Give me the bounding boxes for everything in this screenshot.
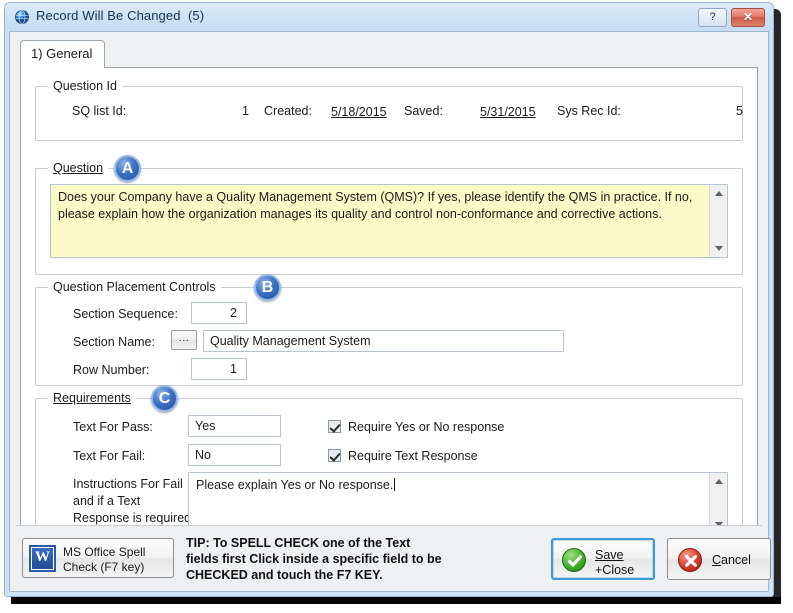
saved-value: 5/31/2015 [480, 105, 536, 119]
tab-panel-general: Question Id SQ list Id: 1 Created: 5/18/… [20, 67, 758, 583]
group-placement-title-label: Question Placement Controls [53, 280, 216, 294]
section-name-input[interactable]: Quality Management System [203, 330, 564, 352]
dialog-window: Record Will Be Changed (5) ? ✕ 1) Genera… [4, 2, 774, 597]
section-sequence-input[interactable]: 2 [191, 302, 247, 324]
save-close-label: Save +Close [595, 548, 634, 578]
window-title: Record Will Be Changed (5) [36, 8, 205, 23]
cancel-label-wrap: Cancel [712, 553, 751, 568]
group-question-id-title: Question Id [48, 79, 122, 93]
dialog-footer: W MS Office Spell Check (F7 key) TIP: To… [10, 525, 771, 591]
sys-rec-id-value: 5 [736, 104, 743, 118]
instructions-text: Please explain Yes or No response. [196, 477, 705, 494]
require-yes-no-label: Require Yes or No response [348, 420, 505, 434]
window-body: 1) General Question Id SQ list Id: 1 Cre… [9, 31, 771, 592]
badge-a: A [114, 155, 141, 182]
group-placement-title: Question Placement Controls [48, 280, 221, 294]
tip-line3: CHECKED and touch the F7 KEY. [186, 568, 383, 582]
help-button[interactable]: ? [698, 8, 727, 27]
saved-label: Saved: [404, 104, 443, 118]
tab-general[interactable]: 1) General [20, 40, 106, 68]
created-value: 5/18/2015 [331, 105, 387, 119]
instructions-value: Please explain Yes or No response. [196, 478, 394, 492]
instructions-label-line2: and if a Text [73, 494, 141, 508]
text-for-fail-input[interactable]: No [188, 444, 281, 466]
created-label: Created: [264, 104, 312, 118]
tab-strip: 1) General [20, 40, 758, 68]
cancel-label: Cancel [712, 553, 751, 567]
cancel-circle-icon [678, 548, 702, 572]
scroll-down-icon[interactable] [710, 240, 727, 257]
group-placement: Question Placement Controls B Section Se… [35, 274, 743, 386]
instructions-label-line1: Instructions For Fail [73, 477, 183, 491]
group-question-id: Question Id SQ list Id: 1 Created: 5/18/… [35, 79, 743, 141]
row-number-input[interactable]: 1 [191, 358, 247, 380]
text-for-pass-label: Text For Pass: [73, 420, 153, 434]
tip-line1: TIP: To SPELL CHECK one of the Text [186, 536, 411, 550]
save-line2: +Close [595, 563, 635, 577]
section-sequence-label: Section Sequence: [73, 307, 178, 321]
badge-b: B [254, 274, 281, 301]
tip-line2: fields first Click inside a specific fie… [186, 552, 442, 566]
text-caret [394, 478, 396, 491]
spell-check-button[interactable]: W MS Office Spell Check (F7 key) [22, 538, 174, 578]
group-question-title-label: Question [53, 161, 104, 175]
section-name-label: Section Name: [73, 335, 155, 349]
question-textarea[interactable]: Does your Company have a Quality Managem… [50, 184, 728, 258]
section-name-browse-button[interactable]: ... [171, 330, 197, 350]
footer-divider [16, 525, 762, 526]
checkbox-checked-icon [328, 420, 341, 433]
save-line1: Save [595, 548, 624, 562]
word-glyph: W [35, 549, 50, 565]
row-number-label: Row Number: [73, 363, 150, 377]
question-text: Does your Company have a Quality Managem… [58, 190, 693, 221]
scroll-up-icon[interactable] [710, 185, 727, 202]
close-button[interactable]: ✕ [731, 8, 765, 27]
sys-rec-id-label: Sys Rec Id: [557, 104, 621, 118]
require-yes-no-checkbox[interactable]: Require Yes or No response [328, 418, 504, 436]
cancel-button[interactable]: Cancel [667, 538, 771, 580]
badge-c: C [151, 385, 178, 412]
group-requirements-title-label: Requirements [53, 391, 131, 405]
word-icon: W [29, 545, 56, 572]
require-text-response-checkbox[interactable]: Require Text Response [328, 447, 478, 465]
check-circle-icon [562, 548, 586, 572]
sq-list-id-value: 1 [242, 104, 249, 118]
checkbox-checked-icon [328, 449, 341, 462]
save-close-button[interactable]: Save +Close [551, 538, 655, 580]
spell-check-label: MS Office Spell Check (F7 key) [63, 545, 145, 575]
window-shadow [11, 597, 781, 604]
require-text-response-label: Require Text Response [348, 449, 478, 463]
text-for-fail-label: Text For Fail: [73, 449, 146, 463]
spell-check-line2: Check (F7 key) [63, 560, 145, 574]
scroll-up-icon[interactable] [710, 473, 727, 490]
instructions-label-line3: Response is required: [73, 511, 195, 525]
tip-text: TIP: To SPELL CHECK one of the Text fiel… [186, 535, 546, 583]
sq-list-id-label: SQ list Id: [72, 104, 127, 118]
tab-general-label: 1) General [31, 46, 93, 61]
text-for-pass-input[interactable]: Yes [188, 415, 281, 437]
close-icon: ✕ [742, 10, 754, 24]
title-bar: Record Will Be Changed (5) ? ✕ [5, 3, 773, 31]
group-requirements-title: Requirements [48, 391, 136, 405]
group-question: Question A Does your Company have a Qual… [35, 155, 743, 275]
question-scrollbar[interactable] [709, 185, 727, 257]
instructions-scrollbar[interactable] [709, 473, 727, 533]
group-question-title: Question [48, 161, 109, 175]
help-label: ? [709, 11, 716, 23]
cancel-label-rest: ancel [721, 553, 751, 567]
globe-icon [14, 9, 30, 25]
spell-check-line1: MS Office Spell [63, 545, 146, 559]
